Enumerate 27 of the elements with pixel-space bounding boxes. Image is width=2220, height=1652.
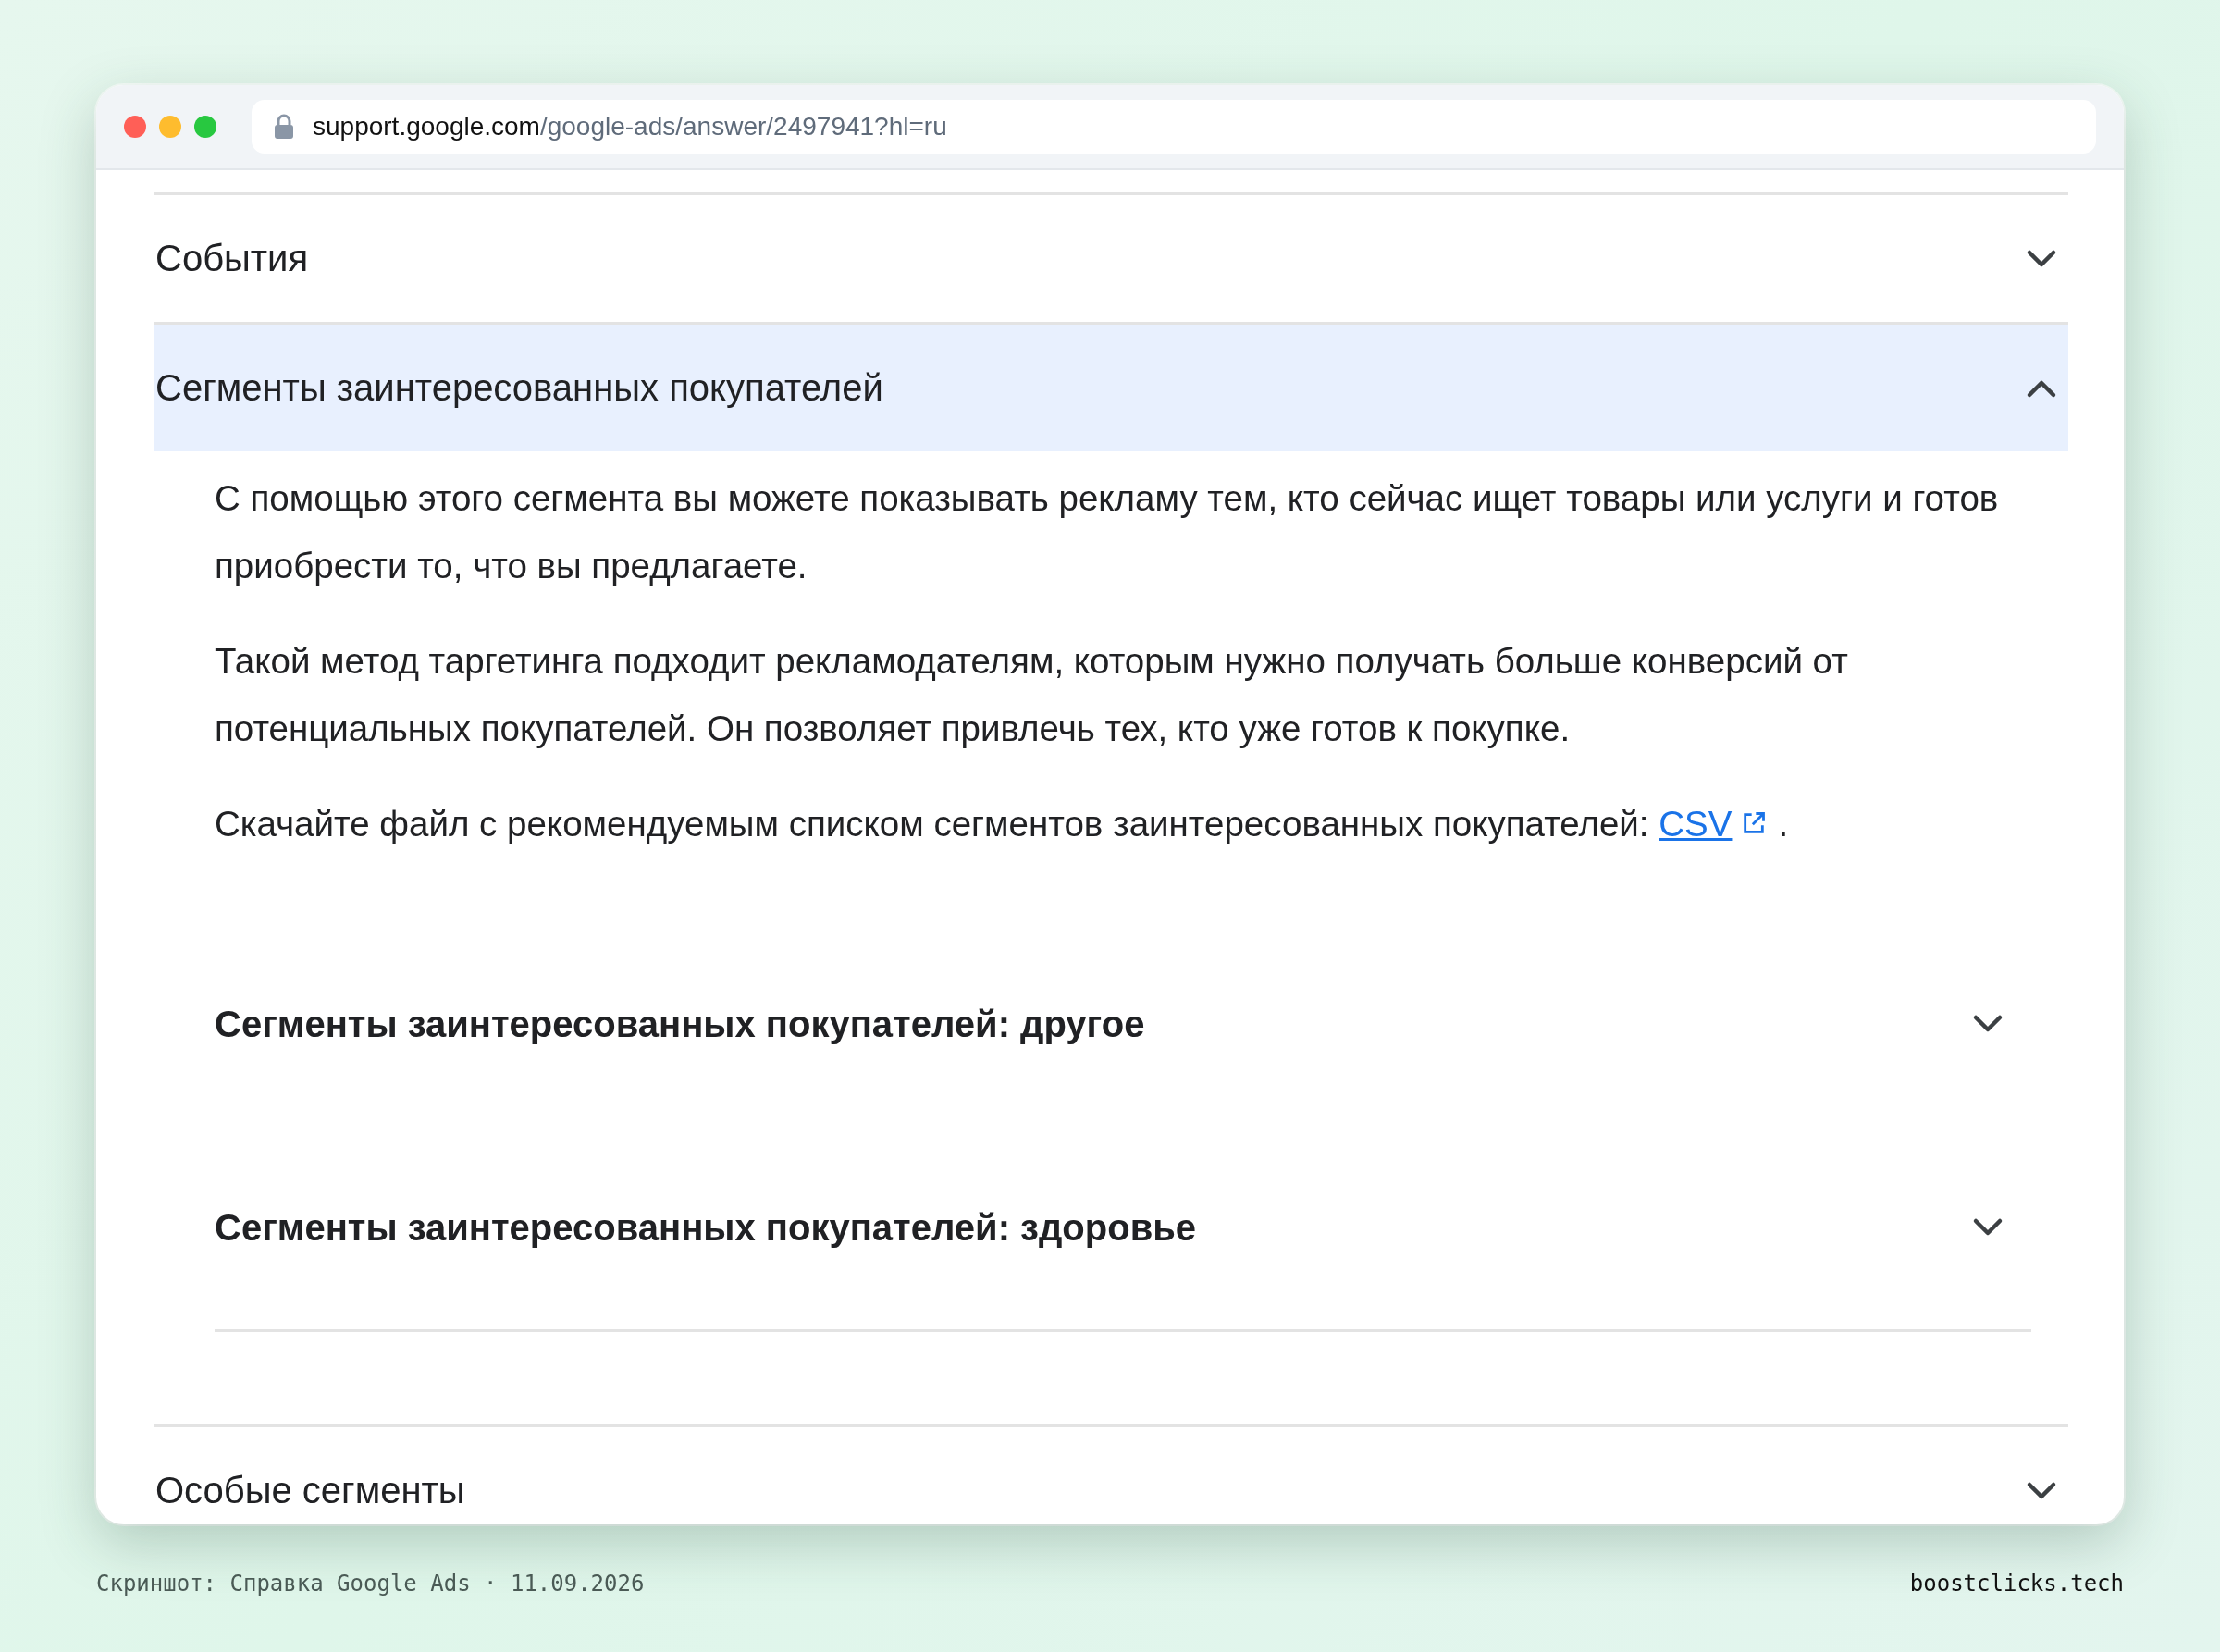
paragraph: С помощью этого сегмента вы можете показывать рекламу тем, кто сейчас ищет товары или услуги и готов приобрести то, что вы предлагаете. bbox=[215, 477, 2000, 587]
chevron-down-icon bbox=[2026, 248, 2057, 269]
brand-text: boostclicks.tech bbox=[1909, 1571, 2124, 1597]
accordion-header[interactable]: Сегменты заинтересованных покупателей: здоровье bbox=[215, 1126, 2031, 1329]
section-title: Особые сегменты bbox=[155, 1470, 465, 1511]
external-link-icon bbox=[1741, 810, 1768, 836]
accordion-header[interactable]: Сегменты заинтересованных покупателей: другое bbox=[215, 922, 2031, 1126]
chevron-down-icon bbox=[1972, 1217, 2004, 1238]
paragraph: Скачайте файл с рекомендуемым списком сегментов заинтересованных покупателей: CSV . bbox=[215, 803, 1790, 845]
minimize-button[interactable] bbox=[159, 116, 181, 138]
chevron-down-icon bbox=[2026, 1480, 2057, 1501]
section-title: Сегменты заинтересованных покупателей: здоровье bbox=[215, 1206, 1197, 1249]
section-title: События bbox=[155, 238, 309, 279]
accordion-header[interactable]: Особые сегменты bbox=[154, 1427, 2068, 1524]
address-bar[interactable]: support.google.com/google-ads/answer/2497941?hl=ru bbox=[252, 100, 2096, 154]
paragraph: Такой метод таргетинга подходит рекламодателям, которым нужно получать больше конверсий от потенциальных покупателей. Он позволяет привлечь тех, кто уже готов к покупке. bbox=[215, 640, 1849, 750]
chevron-down-icon bbox=[1972, 1014, 2004, 1034]
caption: Скриншот: Справка Google Ads · 11.09.2026 bbox=[96, 1571, 645, 1597]
url-text: support.google.com/google-ads/answer/2497941?hl=ru bbox=[313, 112, 947, 142]
csv-link[interactable]: CSV bbox=[1659, 804, 1733, 844]
maximize-button[interactable] bbox=[194, 116, 216, 138]
section-title: Сегменты заинтересованных покупателей bbox=[155, 367, 883, 409]
section-title: Сегменты заинтересованных покупателей: другое bbox=[215, 1003, 1145, 1045]
accordion-header[interactable]: События bbox=[154, 195, 2068, 322]
accordion-header[interactable]: Сегменты заинтересованных покупателей bbox=[154, 325, 2068, 451]
close-button[interactable] bbox=[124, 116, 146, 138]
lock-icon bbox=[274, 114, 294, 140]
